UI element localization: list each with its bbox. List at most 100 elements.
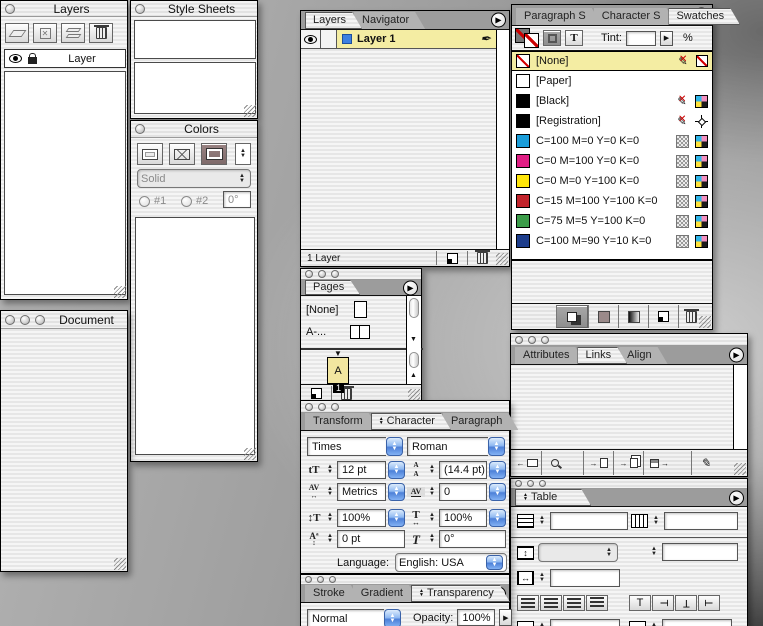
align-justify-button[interactable] — [586, 595, 608, 611]
fill-button[interactable] — [543, 30, 561, 46]
layer-list[interactable] — [4, 71, 126, 295]
stepper[interactable] — [325, 534, 335, 544]
blend-radio-1[interactable]: #1 — [139, 195, 166, 207]
leading-field[interactable]: (14.4 pt) — [439, 461, 487, 479]
tab-transform[interactable]: Transform — [305, 413, 379, 430]
rotate-270-button[interactable]: T — [698, 595, 720, 611]
blend-mode-combo[interactable]: Normal — [307, 609, 401, 626]
scroll-thumb[interactable] — [409, 352, 419, 368]
opacity-field[interactable]: 100% — [457, 609, 496, 626]
pen-lock-cell[interactable] — [321, 30, 337, 48]
resize-grip[interactable] — [114, 558, 126, 570]
stepper[interactable] — [427, 513, 437, 523]
minimize-button[interactable] — [528, 335, 536, 344]
rotate-90-button[interactable]: T — [652, 595, 674, 611]
resize-grip[interactable] — [244, 105, 256, 117]
new-layer-button[interactable] — [436, 251, 467, 265]
swatch-row-cyan[interactable]: C=100 M=0 Y=0 K=0 — [512, 131, 712, 151]
vertical-scale-field[interactable]: 100% — [337, 509, 386, 527]
tab-character-styles[interactable]: Character S — [594, 8, 677, 25]
close-button[interactable] — [135, 124, 145, 134]
layer-list-header[interactable]: Layer — [4, 49, 126, 68]
fill-stroke-proxy-icon[interactable] — [515, 28, 539, 48]
page-1-icon[interactable]: A — [327, 357, 349, 384]
stepper[interactable] — [537, 573, 547, 583]
minimize-button[interactable] — [527, 480, 534, 487]
stepper[interactable] — [427, 534, 437, 544]
tab-gradient[interactable]: Gradient — [353, 585, 419, 602]
tab-paragraph-styles[interactable]: Paragraph S — [516, 8, 602, 25]
tab-pages[interactable]: Pages — [305, 280, 360, 295]
palette-menu-button[interactable] — [729, 347, 744, 363]
swatch-row-green[interactable]: C=75 M=5 Y=100 K=0 — [512, 211, 712, 231]
rotate-180-button[interactable]: T — [675, 595, 697, 611]
font-style-stepper[interactable] — [488, 437, 505, 456]
close-button[interactable] — [135, 3, 145, 14]
swatch-row-paper[interactable]: [Paper] — [512, 71, 712, 91]
column-width-field[interactable] — [550, 569, 620, 587]
blend-mode-value[interactable]: Normal — [307, 609, 384, 626]
master-none-row[interactable]: [None] — [306, 301, 368, 318]
font-family-stepper[interactable] — [386, 437, 403, 456]
tab-attributes[interactable]: Attributes — [515, 347, 585, 364]
embed-link-button[interactable]: → — [613, 451, 643, 475]
pages-scrollbar[interactable]: ▼ ▲ — [406, 296, 421, 386]
skew-field[interactable]: 0° — [439, 530, 506, 548]
minimize-button[interactable] — [317, 576, 324, 583]
scroll-up-icon[interactable]: ▲ — [410, 372, 417, 379]
layer-row[interactable]: Layer 1 — [301, 30, 496, 49]
tab-paragraph[interactable]: Paragraph — [443, 413, 518, 430]
resize-grip[interactable] — [496, 253, 508, 265]
update-link-button[interactable]: → — [583, 451, 613, 475]
zoom-button[interactable] — [329, 576, 336, 583]
scroll-down-icon[interactable]: ▼ — [410, 336, 417, 343]
save-link-button[interactable]: → — [643, 451, 675, 475]
palette-menu-button[interactable] — [403, 280, 418, 295]
tab-transparency[interactable]: Transparency — [411, 585, 510, 602]
zoom-button[interactable] — [35, 314, 45, 325]
color-mode-stepper[interactable] — [235, 143, 251, 165]
align-bottom-button[interactable] — [563, 595, 585, 611]
go-to-link-button[interactable] — [541, 451, 567, 475]
move-item-to-layer-button[interactable]: ✕ — [33, 23, 57, 43]
rows-field[interactable] — [550, 512, 628, 530]
vertical-scale-menu[interactable] — [388, 509, 405, 527]
tab-align[interactable]: Align — [619, 347, 667, 364]
new-page-button[interactable] — [301, 386, 331, 401]
align-top-button[interactable] — [517, 595, 539, 611]
fill-color-button[interactable] — [201, 143, 227, 165]
font-family-combo[interactable]: Times — [307, 437, 403, 456]
character-styles-list[interactable] — [134, 62, 256, 114]
tracking-field[interactable]: 0 — [439, 483, 487, 501]
minimize-button[interactable] — [318, 270, 326, 278]
resize-grip[interactable] — [244, 448, 256, 460]
blend-angle-field[interactable]: 0° — [223, 191, 251, 208]
merge-layers-button[interactable] — [61, 23, 85, 43]
close-button[interactable] — [515, 480, 522, 487]
swatch-row-yellow[interactable]: C=0 M=0 Y=100 K=0 — [512, 171, 712, 191]
inset-left-field[interactable] — [662, 619, 732, 626]
font-family-value[interactable]: Times — [307, 437, 386, 456]
stepper[interactable] — [651, 516, 661, 526]
swatch-row-magenta[interactable]: C=0 M=100 Y=0 K=0 — [512, 151, 712, 171]
kerning-menu[interactable] — [388, 483, 405, 501]
close-button[interactable] — [305, 270, 313, 278]
stepper[interactable] — [537, 516, 547, 526]
blend-mode-stepper[interactable] — [384, 609, 401, 626]
swatch-row-blue[interactable]: C=100 M=90 Y=10 K=0 — [512, 231, 712, 251]
text-color-button[interactable]: T — [565, 30, 583, 46]
font-size-field[interactable]: 12 pt — [337, 461, 386, 479]
shade-mode-dropdown[interactable]: Solid — [137, 169, 251, 188]
language-dropdown[interactable]: English: USA — [395, 553, 507, 572]
tab-layers[interactable]: Layers — [305, 12, 362, 29]
minimize-button[interactable] — [318, 402, 326, 411]
zoom-button[interactable] — [331, 270, 339, 278]
relink-button[interactable]: ← — [513, 451, 541, 475]
row-height-field[interactable] — [662, 543, 738, 561]
tab-table[interactable]: Table — [515, 489, 591, 506]
inset-top-field[interactable] — [550, 619, 620, 626]
visibility-cell[interactable] — [301, 30, 321, 48]
tab-navigator[interactable]: Navigator — [354, 12, 425, 29]
layer-row-selected[interactable]: Layer 1 — [337, 30, 496, 48]
zoom-button[interactable] — [539, 480, 546, 487]
